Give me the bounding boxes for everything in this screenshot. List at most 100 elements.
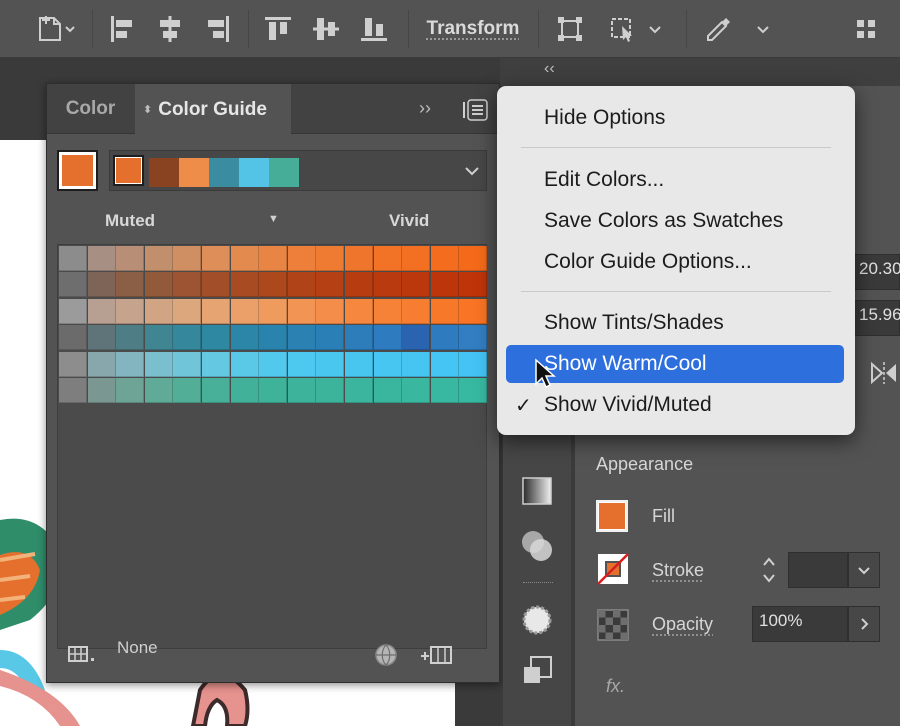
stroke-weight-dropdown[interactable] (848, 552, 880, 588)
menu-item-save-colors-as-swatches[interactable]: Save Colors as Swatches (497, 202, 855, 240)
variation-swatch[interactable] (345, 298, 373, 324)
variation-swatch[interactable] (402, 272, 431, 298)
variation-swatch[interactable] (430, 351, 459, 377)
opacity-slider-button[interactable] (848, 606, 880, 642)
flip-horizontal-icon[interactable] (868, 360, 898, 386)
variation-swatch[interactable] (287, 272, 316, 298)
variation-swatch[interactable] (230, 351, 259, 377)
variation-swatch[interactable] (202, 246, 230, 271)
harmony-swatch[interactable] (209, 158, 239, 187)
variation-swatch[interactable] (430, 378, 459, 403)
variation-swatch[interactable] (402, 351, 431, 377)
variation-swatch[interactable] (345, 246, 373, 271)
variation-swatch[interactable] (402, 325, 431, 351)
variation-swatch[interactable] (59, 298, 87, 324)
set-base-color-swatch[interactable] (57, 150, 98, 191)
stroke-label[interactable]: Stroke (652, 560, 704, 581)
harmony-swatch[interactable] (179, 158, 209, 187)
menu-item-show-tints-shades[interactable]: Show Tints/Shades (497, 304, 855, 342)
variation-swatch[interactable] (287, 298, 316, 324)
variation-swatch[interactable] (59, 272, 87, 298)
variation-swatch[interactable] (230, 325, 259, 351)
variation-swatch[interactable] (87, 351, 116, 377)
globe-icon[interactable] (373, 642, 399, 668)
variation-swatch[interactable] (144, 272, 173, 298)
variation-swatch[interactable] (116, 351, 145, 377)
variation-swatch[interactable] (430, 298, 459, 324)
variation-swatch[interactable] (373, 246, 402, 271)
variation-swatch[interactable] (287, 351, 316, 377)
variation-swatch[interactable] (173, 272, 202, 298)
variation-swatch[interactable] (202, 272, 230, 298)
menu-item-show-warm-cool[interactable]: Show Warm/Cool (506, 345, 844, 383)
variation-swatch[interactable] (144, 246, 173, 271)
new-document-icon[interactable] (28, 0, 82, 58)
variation-swatch[interactable] (287, 246, 316, 271)
variation-swatch[interactable] (173, 246, 202, 271)
align-bottom-icon[interactable] (356, 0, 392, 58)
recolor-icon[interactable] (696, 0, 780, 58)
variation-swatch[interactable] (116, 298, 145, 324)
variation-swatch[interactable] (202, 351, 230, 377)
menu-item-edit-colors[interactable]: Edit Colors... (497, 161, 855, 199)
variation-swatch[interactable] (259, 378, 288, 403)
variation-swatch[interactable] (230, 378, 259, 403)
variation-swatch[interactable] (345, 351, 373, 377)
variation-swatch[interactable] (316, 272, 345, 298)
variation-swatch[interactable] (87, 246, 116, 271)
variation-swatch[interactable] (402, 378, 431, 403)
appearance-icon[interactable] (519, 602, 555, 638)
variation-swatch[interactable] (459, 325, 488, 351)
variation-swatch[interactable] (87, 272, 116, 298)
menu-item-hide-options[interactable]: Hide Options (497, 99, 855, 137)
variation-swatch[interactable] (373, 298, 402, 324)
menu-item-color-guide-options[interactable]: Color Guide Options... (497, 243, 855, 281)
variation-swatch[interactable] (173, 298, 202, 324)
variation-swatch[interactable] (259, 325, 288, 351)
stroke-weight-field[interactable] (788, 552, 848, 588)
variation-swatch[interactable] (287, 325, 316, 351)
variation-swatch[interactable] (144, 325, 173, 351)
variation-swatch[interactable] (87, 325, 116, 351)
variation-swatch[interactable] (144, 351, 173, 377)
variation-swatch[interactable] (430, 272, 459, 298)
variation-swatch[interactable] (459, 351, 488, 377)
new-swatch-group-icon[interactable] (419, 642, 455, 668)
harmony-swatch[interactable] (239, 158, 269, 187)
collapse-panel-icon[interactable]: ›› (419, 98, 431, 119)
harmony-rules-dropdown[interactable] (456, 150, 487, 191)
variation-swatch[interactable] (116, 378, 145, 403)
variation-swatch[interactable] (173, 351, 202, 377)
transform-bounds-icon[interactable] (548, 0, 592, 58)
variation-swatch[interactable] (459, 298, 488, 324)
harmony-rules-strip[interactable] (109, 150, 487, 191)
variation-swatch[interactable] (459, 246, 488, 271)
stroke-swatch[interactable] (596, 552, 630, 586)
menu-item-show-vivid-muted[interactable]: ✓ Show Vivid/Muted (497, 386, 855, 424)
variation-swatch[interactable] (259, 298, 288, 324)
variation-swatch[interactable] (316, 246, 345, 271)
variation-swatch[interactable] (230, 246, 259, 271)
tab-color[interactable]: Color (47, 84, 134, 134)
variation-swatch[interactable] (373, 378, 402, 403)
harmony-swatch[interactable] (269, 158, 299, 187)
variation-swatch[interactable] (430, 246, 459, 271)
variation-swatch[interactable] (202, 298, 230, 324)
variation-swatch[interactable] (402, 298, 431, 324)
panel-menu-icon[interactable] (461, 98, 489, 122)
variation-swatch[interactable] (202, 378, 230, 403)
variation-swatch[interactable] (144, 298, 173, 324)
variation-swatch[interactable] (459, 378, 488, 403)
variation-swatch[interactable] (116, 272, 145, 298)
variation-swatch[interactable] (259, 351, 288, 377)
graphic-styles-icon[interactable] (521, 654, 555, 688)
variation-swatch[interactable] (59, 351, 87, 377)
opacity-field[interactable]: 100% (752, 606, 848, 642)
variation-swatch[interactable] (173, 325, 202, 351)
variation-swatch[interactable] (430, 325, 459, 351)
variation-swatch[interactable] (144, 378, 173, 403)
variation-swatch[interactable] (373, 351, 402, 377)
variation-swatch[interactable] (402, 246, 431, 271)
variation-swatch[interactable] (259, 272, 288, 298)
variation-swatch[interactable] (345, 378, 373, 403)
